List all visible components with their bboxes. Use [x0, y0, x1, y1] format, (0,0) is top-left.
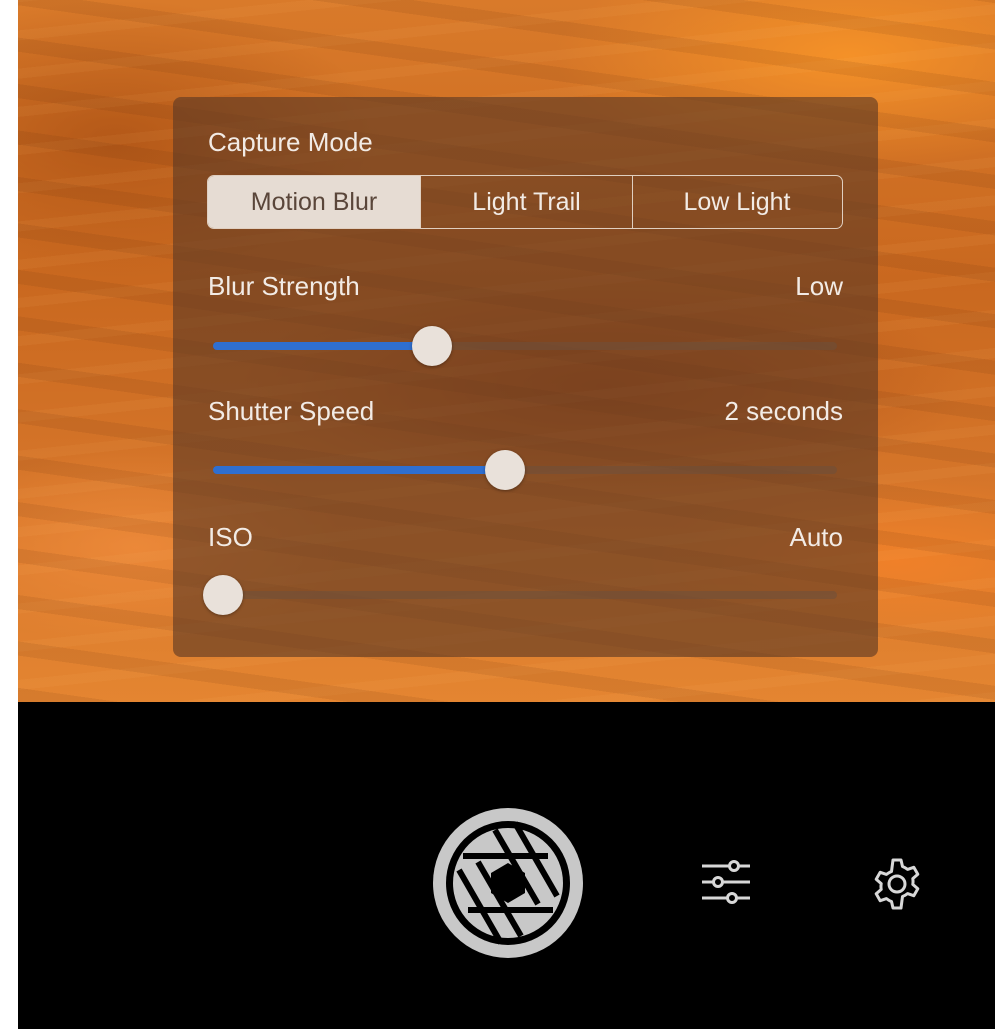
- adjustments-button[interactable]: [698, 857, 754, 907]
- camera-viewfinder: Capture Mode Motion Blur Light Trail Low…: [18, 0, 995, 702]
- settings-button[interactable]: [868, 855, 926, 913]
- blur-strength-value: Low: [795, 271, 843, 301]
- shutter-speed-slider[interactable]: [213, 450, 837, 490]
- shutter-speed-value: 2 seconds: [724, 396, 843, 426]
- camera-controls-bar: [18, 702, 995, 1029]
- gear-icon: [874, 858, 920, 910]
- iso-slider[interactable]: [203, 575, 837, 615]
- sliders-icon: [702, 860, 750, 904]
- segment-motion-blur[interactable]: Motion Blur: [208, 176, 420, 228]
- slider-thumb[interactable]: [203, 575, 243, 615]
- slider-fill: [213, 466, 506, 474]
- capture-mode-segmented-control: Motion Blur Light Trail Low Light: [207, 175, 843, 229]
- slider-track: [213, 591, 837, 599]
- capture-mode-title: Capture Mode: [208, 127, 373, 157]
- segment-low-light[interactable]: Low Light: [632, 176, 841, 228]
- slider-fill: [213, 342, 432, 350]
- blur-strength-slider[interactable]: [213, 326, 837, 366]
- aperture-shutter-icon: [433, 808, 583, 958]
- shutter-speed-label: Shutter Speed: [208, 396, 375, 426]
- slider-thumb[interactable]: [485, 450, 526, 490]
- slider-thumb[interactable]: [411, 326, 452, 366]
- iso-value: Auto: [789, 522, 844, 552]
- shutter-button[interactable]: [431, 806, 585, 960]
- blur-strength-label: Blur Strength: [208, 271, 360, 301]
- iso-label: ISO: [208, 522, 253, 552]
- segment-light-trail[interactable]: Light Trail: [420, 176, 632, 228]
- capture-settings-panel: Capture Mode Motion Blur Light Trail Low…: [173, 97, 878, 657]
